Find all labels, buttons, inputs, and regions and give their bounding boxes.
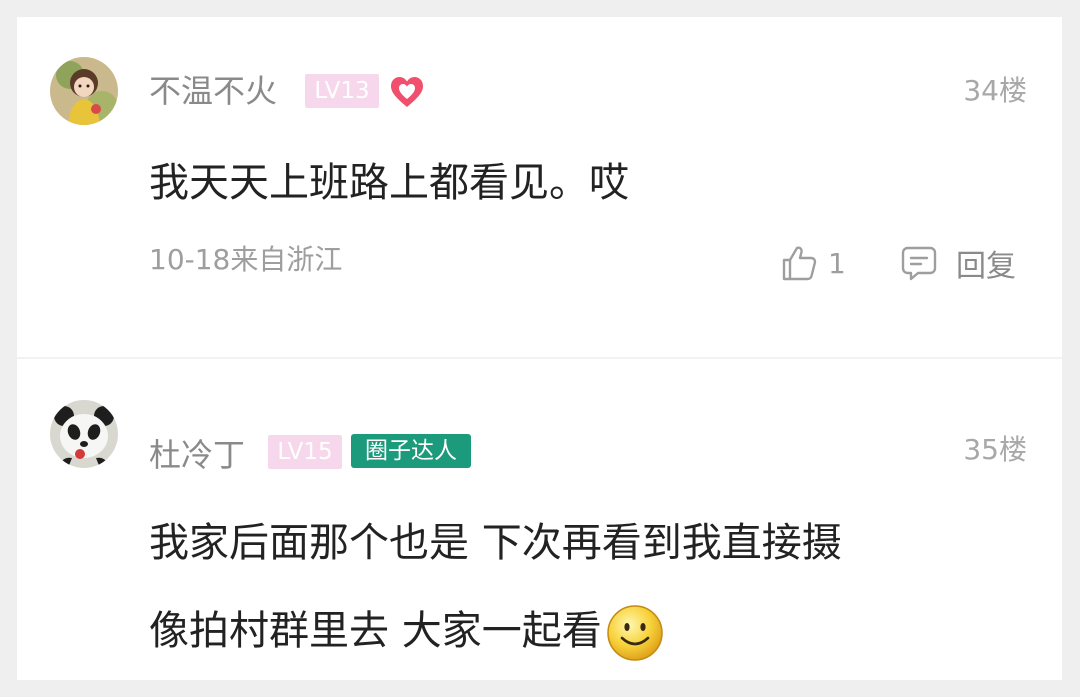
comment-item: 杜冷丁 LV15 圈子达人 35楼 我家后面那个也是 下次再看到我直接摄 像拍村…: [17, 359, 1062, 680]
reply-label: 回复: [956, 249, 1016, 284]
comment-text-line: 像拍村群里去 大家一起看: [149, 601, 1029, 662]
comment-text-line: 我家后面那个也是 下次再看到我直接摄: [149, 520, 842, 566]
panda-avatar-icon: [50, 400, 118, 468]
comment-bubble-icon: [901, 246, 937, 281]
comment-item: 不温不火 LV13 34楼 我天天上班路上都看见。哎 10-18来自浙江 1 回…: [17, 17, 1062, 357]
smiley-emoji-icon: [606, 605, 663, 661]
user-avatar[interactable]: [50, 57, 118, 125]
username[interactable]: 杜冷丁: [149, 435, 245, 475]
floor-number: 35楼: [963, 433, 1027, 466]
floor-number: 34楼: [963, 74, 1027, 107]
username[interactable]: 不温不火: [149, 71, 277, 111]
like-button[interactable]: 1: [780, 243, 846, 283]
like-count: 1: [828, 246, 846, 280]
comment-list: 不温不火 LV13 34楼 我天天上班路上都看见。哎 10-18来自浙江 1 回…: [17, 17, 1062, 680]
heart-icon: [391, 77, 423, 107]
comment-meta: 10-18来自浙江: [149, 243, 343, 276]
level-badge: LV13: [305, 74, 379, 108]
comment-text: 我天天上班路上都看见。哎: [149, 160, 629, 206]
expert-badge: 圈子达人: [351, 434, 471, 468]
user-avatar[interactable]: [50, 400, 118, 468]
comment-text-segment: 像拍村群里去 大家一起看: [149, 608, 602, 654]
girl-avatar-icon: [50, 57, 118, 125]
reply-button[interactable]: 回复: [900, 243, 1016, 284]
level-badge: LV15: [268, 435, 342, 469]
thumbs-up-icon: [782, 246, 817, 281]
